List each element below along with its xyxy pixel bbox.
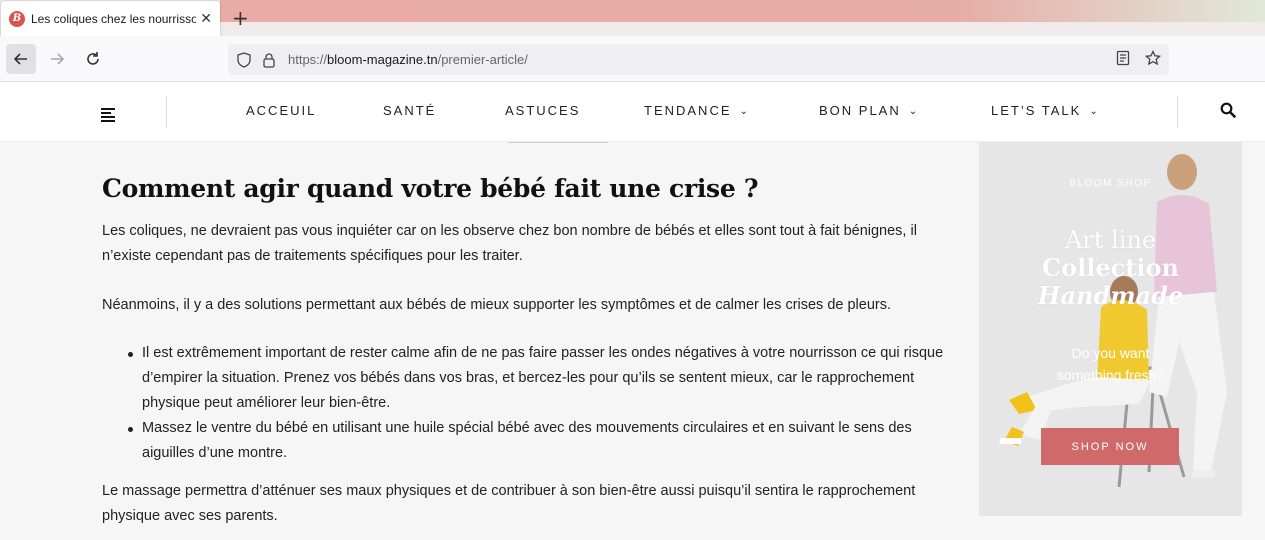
ad-title-line: Collection [1042,253,1179,282]
tab-strip-background [220,0,1265,22]
menu-item-label: ACCEUIL [246,103,317,118]
shield-icon [237,51,251,68]
ad-title-line: Art line [1064,226,1157,254]
tips-list: Il est extrêmement important de rester c… [124,341,944,466]
close-tab-icon[interactable]: ✕ [200,11,212,27]
chevron-down-icon: ⌄ [908,106,920,117]
ad-subtitle-line: something fresh? [1056,367,1165,383]
shop-now-button[interactable]: SHOP NOW [1041,428,1179,465]
list-item: Massez le ventre du bébé en utilisant un… [124,416,944,466]
menu-item-label: SANTÉ [383,103,437,118]
ad-title-line: Handmade [1037,281,1184,310]
ad-shop-label: BLOOM SHOP [1069,178,1152,189]
search-icon[interactable] [1220,102,1236,118]
chevron-down-icon: ⌄ [739,106,750,117]
arrow-left-icon [13,53,27,65]
site-header: ACCEUIL SANTÉ ASTUCES TENDANCE ⌄ BON PLAN… [0,82,1265,142]
bookmark-star-icon[interactable] [1145,50,1161,66]
chevron-down-icon: ⌄ [1089,106,1100,117]
url-path: /premier-article/ [437,52,528,67]
menu-item-label: TENDANCE [644,103,732,118]
active-tab[interactable]: B Les coliques chez les nourrisson ✕ [1,1,220,36]
paragraph-intro: Les coliques, ne devraient pas vous inqu… [102,219,917,269]
back-button[interactable] [6,44,36,74]
site-favicon-icon: B [9,10,25,27]
menu-item-label: LET’S TALK [991,103,1082,118]
paragraph-line: Les coliques, ne devraient pas vous inqu… [102,223,917,239]
url-text: https://bloom-magazine.tn/premier-articl… [288,52,528,67]
url-protocol: https:// [288,52,328,67]
menu-item-lets-talk[interactable]: LET’S TALK ⌄ [991,103,1100,118]
reload-button[interactable] [78,44,108,74]
content-divider [508,142,608,143]
address-bar[interactable]: https://bloom-magazine.tn/premier-articl… [228,44,1169,75]
browser-navbar: https://bloom-magazine.tn/premier-articl… [0,36,1265,82]
menu-item-sante[interactable]: SANTÉ [383,103,436,118]
paragraph-solutions: Néanmoins, il y a des solutions permetta… [102,297,892,313]
ad-subtitle: Do you want something fresh? [979,342,1242,386]
list-item: Il est extrêmement important de rester c… [124,341,944,416]
ad-title: Art line Collection Handmade [979,226,1242,310]
paragraph-line: Le massage permettra d’atténuer ses maux… [102,483,916,499]
menu-item-astuces[interactable]: ASTUCES [505,103,580,118]
paragraph-line: physique avec ses parents. [102,508,278,524]
main-menu: ACCEUIL SANTÉ ASTUCES TENDANCE ⌄ BON PLAN… [0,82,1265,142]
arrow-right-icon [51,53,65,65]
browser-tab-strip: B Les coliques chez les nourrisson ✕ + [0,0,1265,36]
menu-item-acceuil[interactable]: ACCEUIL [246,103,316,118]
header-divider [1177,96,1178,128]
paragraph-line: n’existe cependant pas de traitements sp… [102,248,523,264]
new-tab-button[interactable]: + [232,6,249,30]
url-domain: bloom-magazine.tn [327,52,438,67]
menu-item-bon-plan[interactable]: BON PLAN ⌄ [819,103,919,118]
tab-title: Les coliques chez les nourrisson [31,11,197,26]
ad-subtitle-line: Do you want [1071,345,1150,361]
lock-icon [263,52,275,68]
forward-button[interactable] [42,44,72,74]
reload-icon [87,52,99,65]
menu-item-label: ASTUCES [505,103,581,118]
address-bar-actions [1115,50,1161,66]
menu-item-tendance[interactable]: TENDANCE ⌄ [644,103,750,118]
article-heading: Comment agir quand votre bébé fait une c… [102,174,759,203]
reader-view-icon[interactable] [1115,50,1131,66]
menu-item-label: BON PLAN [819,103,901,118]
paragraph-massage: Le massage permettra d’atténuer ses maux… [102,479,915,529]
shop-ad-banner[interactable]: BLOOM SHOP Art line Collection Handmade … [979,142,1242,516]
